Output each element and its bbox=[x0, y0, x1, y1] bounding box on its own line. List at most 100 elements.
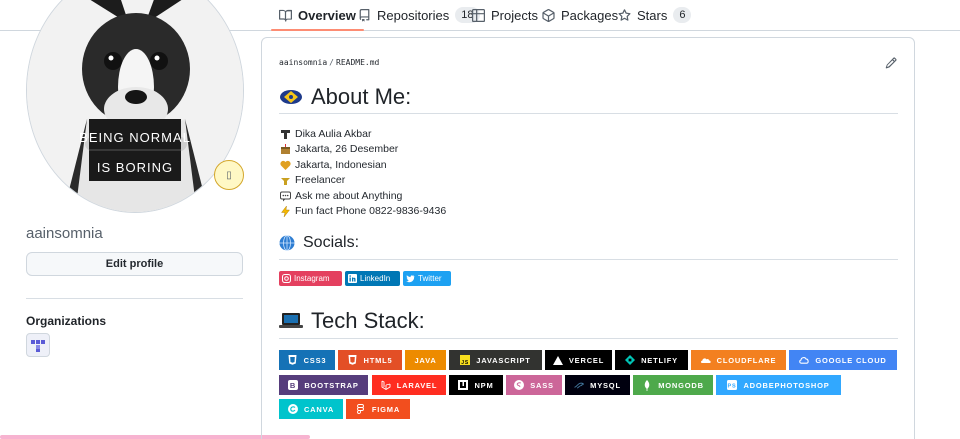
badge-label: java bbox=[414, 355, 437, 365]
path-separator: / bbox=[329, 58, 334, 67]
cloudflare-badge[interactable]: cloudflare bbox=[691, 350, 786, 370]
adobephotoshop-badge[interactable]: Ps adobephotoshop bbox=[716, 375, 841, 395]
profile-avatar[interactable]: BEING NORMAL IS BORING bbox=[26, 0, 244, 213]
svg-text:Ps: Ps bbox=[728, 384, 737, 390]
vercel-badge[interactable]: vercel bbox=[545, 350, 612, 370]
tab-label: Stars bbox=[637, 7, 668, 23]
readme-file-name: README.md bbox=[336, 58, 380, 67]
mysql-badge[interactable]: mysql bbox=[565, 375, 630, 395]
readme-breadcrumb: aainsomnia / README.md bbox=[279, 58, 379, 67]
figma-badge[interactable]: figma bbox=[346, 399, 410, 419]
twitter-bird-icon bbox=[406, 274, 415, 283]
laravel-icon bbox=[381, 380, 391, 390]
badge-label: mongodb bbox=[658, 380, 704, 390]
about-item-birth: Jakarta, 26 Desember bbox=[279, 142, 398, 156]
organization-avatar[interactable] bbox=[26, 333, 50, 357]
sidebar-divider bbox=[26, 298, 243, 299]
badge-label: adobephotoshop bbox=[743, 380, 830, 390]
tab-stars[interactable]: Stars 6 bbox=[618, 0, 692, 30]
package-icon bbox=[542, 8, 555, 22]
globe-emoji-icon bbox=[279, 235, 295, 251]
google-cloud-icon bbox=[799, 355, 810, 365]
badge-label: css3 bbox=[303, 355, 327, 365]
profile-avatar-wrapper: BEING NORMAL IS BORING ▯ bbox=[26, 0, 244, 213]
tab-label: Repositories bbox=[377, 7, 450, 23]
organizations-heading: Organizations bbox=[26, 314, 107, 328]
vercel-triangle-icon bbox=[552, 355, 563, 365]
java-badge[interactable]: java bbox=[405, 350, 446, 370]
person-emoji-icon bbox=[279, 128, 291, 140]
badge-label: mysql bbox=[590, 380, 621, 390]
about-me-title: About Me: bbox=[311, 84, 412, 109]
speech-bubble-emoji-icon bbox=[279, 190, 291, 202]
about-me-heading: About Me: bbox=[279, 84, 411, 110]
tab-repositories[interactable]: Repositories 18 bbox=[358, 0, 480, 30]
linkedin-badge[interactable]: LinkedIn bbox=[345, 271, 400, 286]
badge-label: bootstrap bbox=[304, 380, 359, 390]
html5-badge[interactable]: html5 bbox=[338, 350, 402, 370]
birthday-emoji-icon bbox=[279, 143, 291, 155]
javascript-badge[interactable]: JS javascript bbox=[449, 350, 542, 370]
badge-label: sass bbox=[530, 380, 554, 390]
css3-badge[interactable]: css3 bbox=[279, 350, 335, 370]
tab-overview[interactable]: Overview bbox=[271, 0, 364, 31]
badge-label: figma bbox=[371, 404, 401, 414]
heart-emoji-icon bbox=[279, 159, 291, 171]
social-label: Twitter bbox=[418, 274, 442, 283]
repo-icon bbox=[358, 8, 371, 22]
sass-badge[interactable]: sass bbox=[506, 375, 562, 395]
about-item-name: Dika Aulia Akbar bbox=[279, 127, 371, 141]
laravel-badge[interactable]: laravel bbox=[372, 375, 446, 395]
canva-icon bbox=[287, 404, 298, 414]
instagram-badge[interactable]: Instagram bbox=[279, 271, 342, 286]
badge-label: google cloud bbox=[815, 355, 887, 365]
twitter-badge[interactable]: Twitter bbox=[403, 271, 451, 286]
tab-packages[interactable]: Packages bbox=[542, 0, 618, 30]
socials-heading: Socials: bbox=[279, 234, 359, 252]
bootstrap-icon: B bbox=[288, 380, 299, 390]
tab-projects[interactable]: Projects bbox=[472, 0, 538, 30]
boston-terrier-illustration: BEING NORMAL IS BORING bbox=[27, 0, 243, 212]
tab-label: Projects bbox=[491, 7, 538, 23]
org-logo-icon bbox=[31, 340, 45, 352]
tab-label: Overview bbox=[298, 7, 356, 23]
sass-icon bbox=[514, 380, 525, 390]
book-icon bbox=[279, 9, 292, 22]
edit-readme-pencil-icon[interactable] bbox=[885, 56, 899, 70]
canva-badge[interactable]: canva bbox=[279, 399, 343, 419]
sign-line-2: IS BORING bbox=[97, 160, 173, 175]
html5-icon bbox=[348, 355, 358, 365]
bootstrap-badge[interactable]: B bootstrap bbox=[279, 375, 368, 395]
badge-label: npm bbox=[474, 380, 494, 390]
about-item-text: Dika Aulia Akbar bbox=[295, 128, 372, 140]
tech-stack-rule bbox=[279, 338, 898, 339]
mongodb-badge[interactable]: mongodb bbox=[633, 375, 713, 395]
badge-label: vercel bbox=[568, 355, 605, 365]
tab-label: Packages bbox=[561, 7, 619, 23]
badge-label: javascript bbox=[476, 355, 531, 365]
mongodb-leaf-icon bbox=[642, 379, 652, 391]
netlify-icon bbox=[625, 355, 636, 365]
readme-card: aainsomnia / README.md About Me: Dika Auli… bbox=[261, 37, 915, 439]
sign-line-1: BEING NORMAL bbox=[79, 130, 191, 145]
superhero-emoji-icon bbox=[279, 88, 303, 106]
readme-owner-link[interactable]: aainsomnia bbox=[279, 58, 327, 67]
about-item-text: Fun fact Phone 0822-9836-9436 bbox=[295, 205, 447, 217]
css3-icon bbox=[288, 355, 298, 365]
npm-icon bbox=[458, 380, 469, 390]
svg-text:JS: JS bbox=[462, 360, 470, 365]
set-status-button[interactable]: ▯ bbox=[214, 160, 244, 190]
badge-label: laravel bbox=[396, 380, 438, 390]
zap-emoji-icon bbox=[279, 205, 291, 217]
badge-label: cloudflare bbox=[716, 355, 777, 365]
tech-stack-heading: Tech Stack: bbox=[279, 308, 425, 334]
cloudflare-icon bbox=[700, 355, 711, 365]
edit-profile-button[interactable]: Edit profile bbox=[26, 252, 243, 276]
social-label: LinkedIn bbox=[360, 274, 391, 283]
google-cloud-badge[interactable]: google cloud bbox=[789, 350, 897, 370]
mysql-dolphin-icon bbox=[574, 380, 585, 390]
table-icon bbox=[472, 8, 485, 22]
npm-badge[interactable]: npm bbox=[449, 375, 503, 395]
tech-stack-title: Tech Stack: bbox=[311, 308, 425, 333]
netlify-badge[interactable]: netlify bbox=[615, 350, 688, 370]
